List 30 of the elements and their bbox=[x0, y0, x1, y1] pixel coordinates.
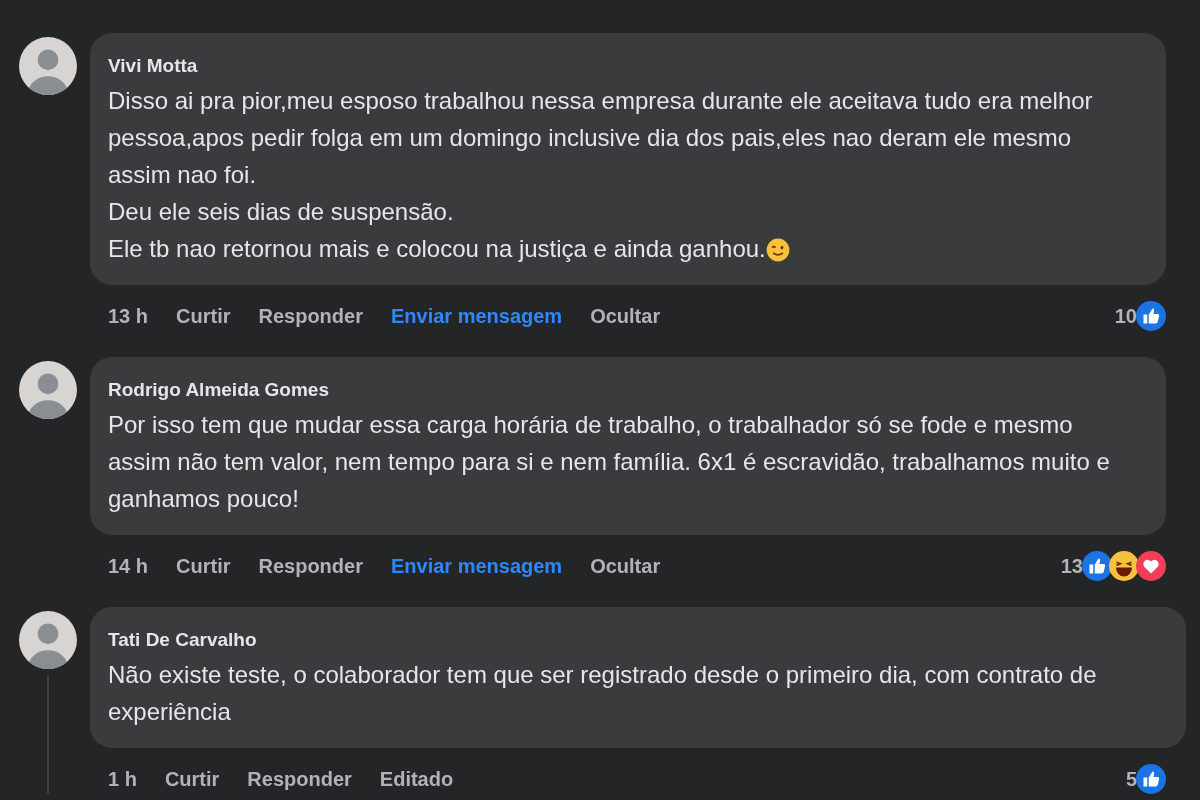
comment-action[interactable]: Curtir bbox=[176, 554, 231, 578]
thumbs-up-icon[interactable] bbox=[1082, 551, 1112, 581]
comment-meta: 14 h bbox=[108, 554, 149, 578]
avatar[interactable] bbox=[19, 37, 77, 95]
comment-meta: 13 h bbox=[108, 304, 149, 328]
comment-action[interactable]: Ocultar bbox=[590, 554, 661, 578]
comment-text: Por isso tem que mudar essa carga horária de trabalho, o trabalhador só se fode e mesmo assim não tem valor, nem tempo para si e nem família. 6x1 é escravidão, trabalhamos muito e ganhamos pouco! bbox=[108, 410, 1111, 514]
laughing-face-icon[interactable] bbox=[1109, 551, 1139, 581]
comment-meta: 1 h bbox=[108, 767, 137, 791]
comment-meta: Editado bbox=[379, 767, 454, 791]
reaction-count[interactable]: 13 bbox=[1060, 554, 1083, 578]
thumbs-up-icon[interactable] bbox=[1136, 764, 1166, 794]
author-name[interactable]: Tati De Carvalho bbox=[108, 629, 1168, 651]
send-message-link[interactable]: Enviar mensagem bbox=[390, 554, 563, 578]
comment-action[interactable]: Ocultar bbox=[590, 304, 661, 328]
comment-action[interactable]: Responder bbox=[247, 767, 352, 791]
avatar[interactable] bbox=[19, 361, 77, 419]
thumbs-up-icon[interactable] bbox=[1136, 301, 1166, 331]
comment-text: Não existe teste, o colaborador tem que ser registrado desde o primeiro dia, com contrato de experiência bbox=[108, 660, 1098, 727]
avatar[interactable] bbox=[19, 611, 77, 669]
comment-action[interactable]: Curtir bbox=[176, 304, 231, 328]
comment-text: Disso ai pra pior,meu esposo trabalhou nessa empresa durante ele aceitava tudo era melhor pessoa,apos pedir folga em um domingo inclusive dia dos pais,eles nao deram ele mesmo assim nao foi. Deu ele seis dias de suspensão. Ele tb nao retornou mais e colocou na justiça e ainda ganhou. bbox=[108, 86, 1094, 264]
reaction-count[interactable]: 10 bbox=[1114, 304, 1137, 328]
author-name[interactable]: Vivi Motta bbox=[108, 55, 1148, 77]
reaction-count[interactable]: 5 bbox=[1125, 767, 1137, 791]
send-message-link[interactable]: Enviar mensagem bbox=[390, 304, 563, 328]
comment-action[interactable]: Responder bbox=[258, 304, 363, 328]
comment-action[interactable]: Responder bbox=[258, 554, 363, 578]
comment-action[interactable]: Curtir bbox=[164, 767, 220, 791]
author-name[interactable]: Rodrigo Almeida Gomes bbox=[108, 379, 1148, 401]
